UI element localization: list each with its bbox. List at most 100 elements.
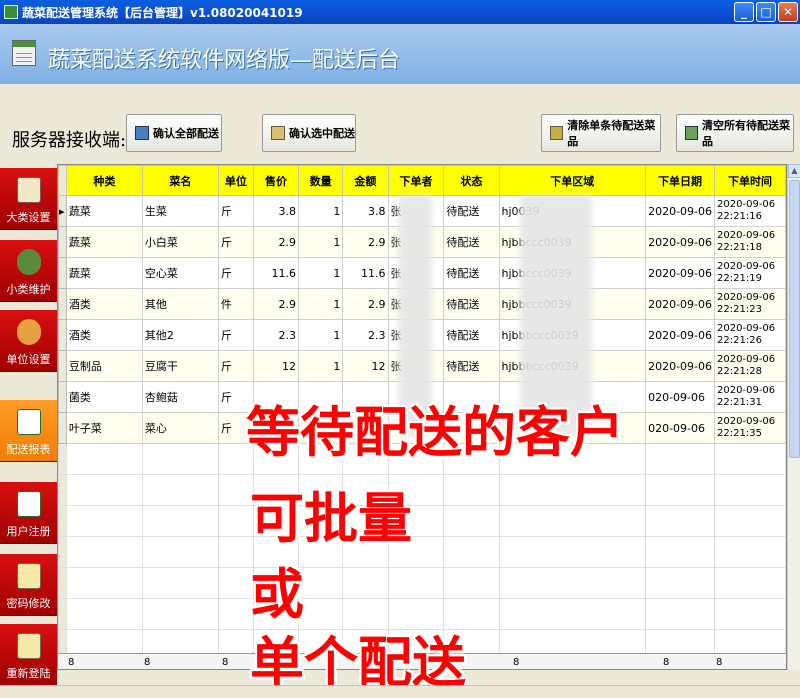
- close-button[interactable]: ✕: [778, 2, 798, 22]
- table-cell-cat: 菌类: [65, 381, 143, 413]
- table-cell-cat: 豆制品: [65, 350, 143, 382]
- maximize-button[interactable]: □: [756, 2, 776, 22]
- row-selector[interactable]: ▸: [58, 195, 67, 227]
- row-selector[interactable]: [58, 381, 67, 413]
- empty-cell: [141, 474, 219, 506]
- column-header[interactable]: 下单日期: [645, 165, 716, 196]
- column-header[interactable]: 状态: [443, 165, 500, 196]
- empty-cell: [141, 598, 219, 630]
- empty-cell: [298, 567, 344, 599]
- table-cell-cat: 酒类: [65, 288, 143, 320]
- sidebar-item-relogin[interactable]: 重新登陆: [0, 624, 57, 686]
- notepad-icon: [16, 563, 41, 589]
- empty-cell: [645, 567, 716, 599]
- empty-cell: [65, 598, 143, 630]
- confirm-selected-icon: [271, 126, 285, 140]
- table-cell-date: 2020-09-06: [645, 195, 716, 227]
- empty-cell: [443, 536, 500, 568]
- column-header[interactable]: 下单者: [387, 165, 445, 196]
- column-header[interactable]: 种类: [65, 165, 143, 196]
- column-header[interactable]: 下单区域: [498, 165, 647, 196]
- minimize-button[interactable]: _: [734, 2, 754, 22]
- confirm-selected-button[interactable]: 确认选中配送: [262, 114, 356, 152]
- table-cell-time: 2020-09-06 22:21:19: [714, 257, 786, 289]
- column-header[interactable]: 菜名: [141, 165, 219, 196]
- empty-row: [58, 567, 786, 599]
- window-titlebar: 蔬菜配送管理系统【后台管理】v1.08020041019 _ □ ✕: [0, 0, 800, 24]
- empty-row: [58, 474, 786, 506]
- column-header[interactable]: 金额: [342, 165, 389, 196]
- row-selector[interactable]: [58, 288, 67, 320]
- table-cell-date: 2020-09-06: [645, 257, 716, 289]
- empty-cell: [141, 443, 219, 475]
- sidebar-item-password[interactable]: 密码修改: [0, 554, 57, 616]
- row-selector[interactable]: [58, 350, 67, 382]
- server-label: 服务器接收端:: [12, 130, 127, 151]
- empty-cell: [645, 474, 716, 506]
- empty-cell: [443, 505, 500, 537]
- status-bar: [0, 685, 800, 698]
- empty-cell: [65, 474, 143, 506]
- empty-cell: [141, 505, 219, 537]
- empty-cell: [65, 505, 143, 537]
- table-cell-price: 3.8: [252, 195, 300, 227]
- table-cell-time: 2020-09-06 22:21:26: [714, 319, 786, 351]
- sidebar-item-subcategory[interactable]: 小类维护: [0, 240, 57, 302]
- empty-cell: [217, 474, 254, 506]
- table-cell-status: 待配送: [443, 319, 500, 351]
- table-cell-amount: 2.9: [342, 288, 389, 320]
- empty-cell: [65, 567, 143, 599]
- notepad-icon: [16, 633, 41, 659]
- clear-all-button[interactable]: 清空所有待配送菜品: [676, 114, 794, 152]
- row-selector[interactable]: [58, 226, 67, 258]
- table-cell-cat: 酒类: [65, 319, 143, 351]
- table-cell-name: 小白菜: [141, 226, 219, 258]
- table-cell-date: 2020-09-06: [645, 226, 716, 258]
- vertical-scrollbar[interactable]: ▲: [787, 164, 800, 670]
- row-selector[interactable]: [58, 412, 67, 444]
- table-cell-price: 11.6: [252, 257, 300, 289]
- app-banner: 蔬菜配送系统软件网络版—配送后台: [0, 24, 800, 84]
- empty-cell: [58, 567, 67, 599]
- clear-single-button[interactable]: 清除单条待配送菜品: [541, 114, 661, 152]
- table-cell-time: 2020-09-06 22:21:28: [714, 350, 786, 382]
- confirm-all-button[interactable]: 确认全部配送: [126, 114, 222, 152]
- table-cell-qty: 1: [298, 257, 344, 289]
- sidebar-item-report[interactable]: 配送报表: [0, 400, 57, 462]
- sidebar-item-unit[interactable]: 单位设置: [0, 310, 57, 372]
- table-cell-price: 2.3: [252, 319, 300, 351]
- annotation-line-2: 可批量: [250, 487, 412, 550]
- column-header[interactable]: 数量: [298, 165, 344, 196]
- empty-cell: [645, 505, 716, 537]
- report-icon: [16, 409, 41, 435]
- table-cell-amount: 2.3: [342, 319, 389, 351]
- pen-icon: [550, 126, 564, 140]
- table-cell-date: 2020-09-06: [645, 319, 716, 351]
- table-cell-time: 2020-09-06 22:21:31: [714, 381, 786, 413]
- empty-cell: [498, 598, 647, 630]
- column-header[interactable]: 单位: [217, 165, 254, 196]
- empty-cell: [387, 567, 445, 599]
- scroll-thumb[interactable]: [789, 180, 800, 458]
- empty-row: [58, 505, 786, 537]
- table-cell-amount: 3.8: [342, 195, 389, 227]
- row-selector[interactable]: [58, 257, 67, 289]
- empty-cell: [443, 474, 500, 506]
- table-cell-amount: 12: [342, 350, 389, 382]
- table-cell-price: 12: [252, 350, 300, 382]
- sidebar-item-category[interactable]: 大类设置: [0, 168, 57, 230]
- empty-cell: [498, 505, 647, 537]
- window-title: 蔬菜配送管理系统【后台管理】v1.08020041019: [22, 5, 303, 20]
- row-selector[interactable]: [58, 319, 67, 351]
- empty-cell: [217, 536, 254, 568]
- empty-cell: [58, 536, 67, 568]
- sidebar-item-register[interactable]: 用户注册: [0, 482, 57, 544]
- annotation-line-1: 等待配送的客户: [246, 401, 624, 464]
- table-cell-qty: 1: [298, 319, 344, 351]
- table-cell-qty: 1: [298, 226, 344, 258]
- empty-cell: [342, 567, 389, 599]
- column-header[interactable]: 售价: [252, 165, 300, 196]
- empty-cell: [714, 598, 786, 630]
- scroll-up-icon[interactable]: ▲: [788, 164, 800, 178]
- column-header[interactable]: 下单时间: [714, 165, 786, 196]
